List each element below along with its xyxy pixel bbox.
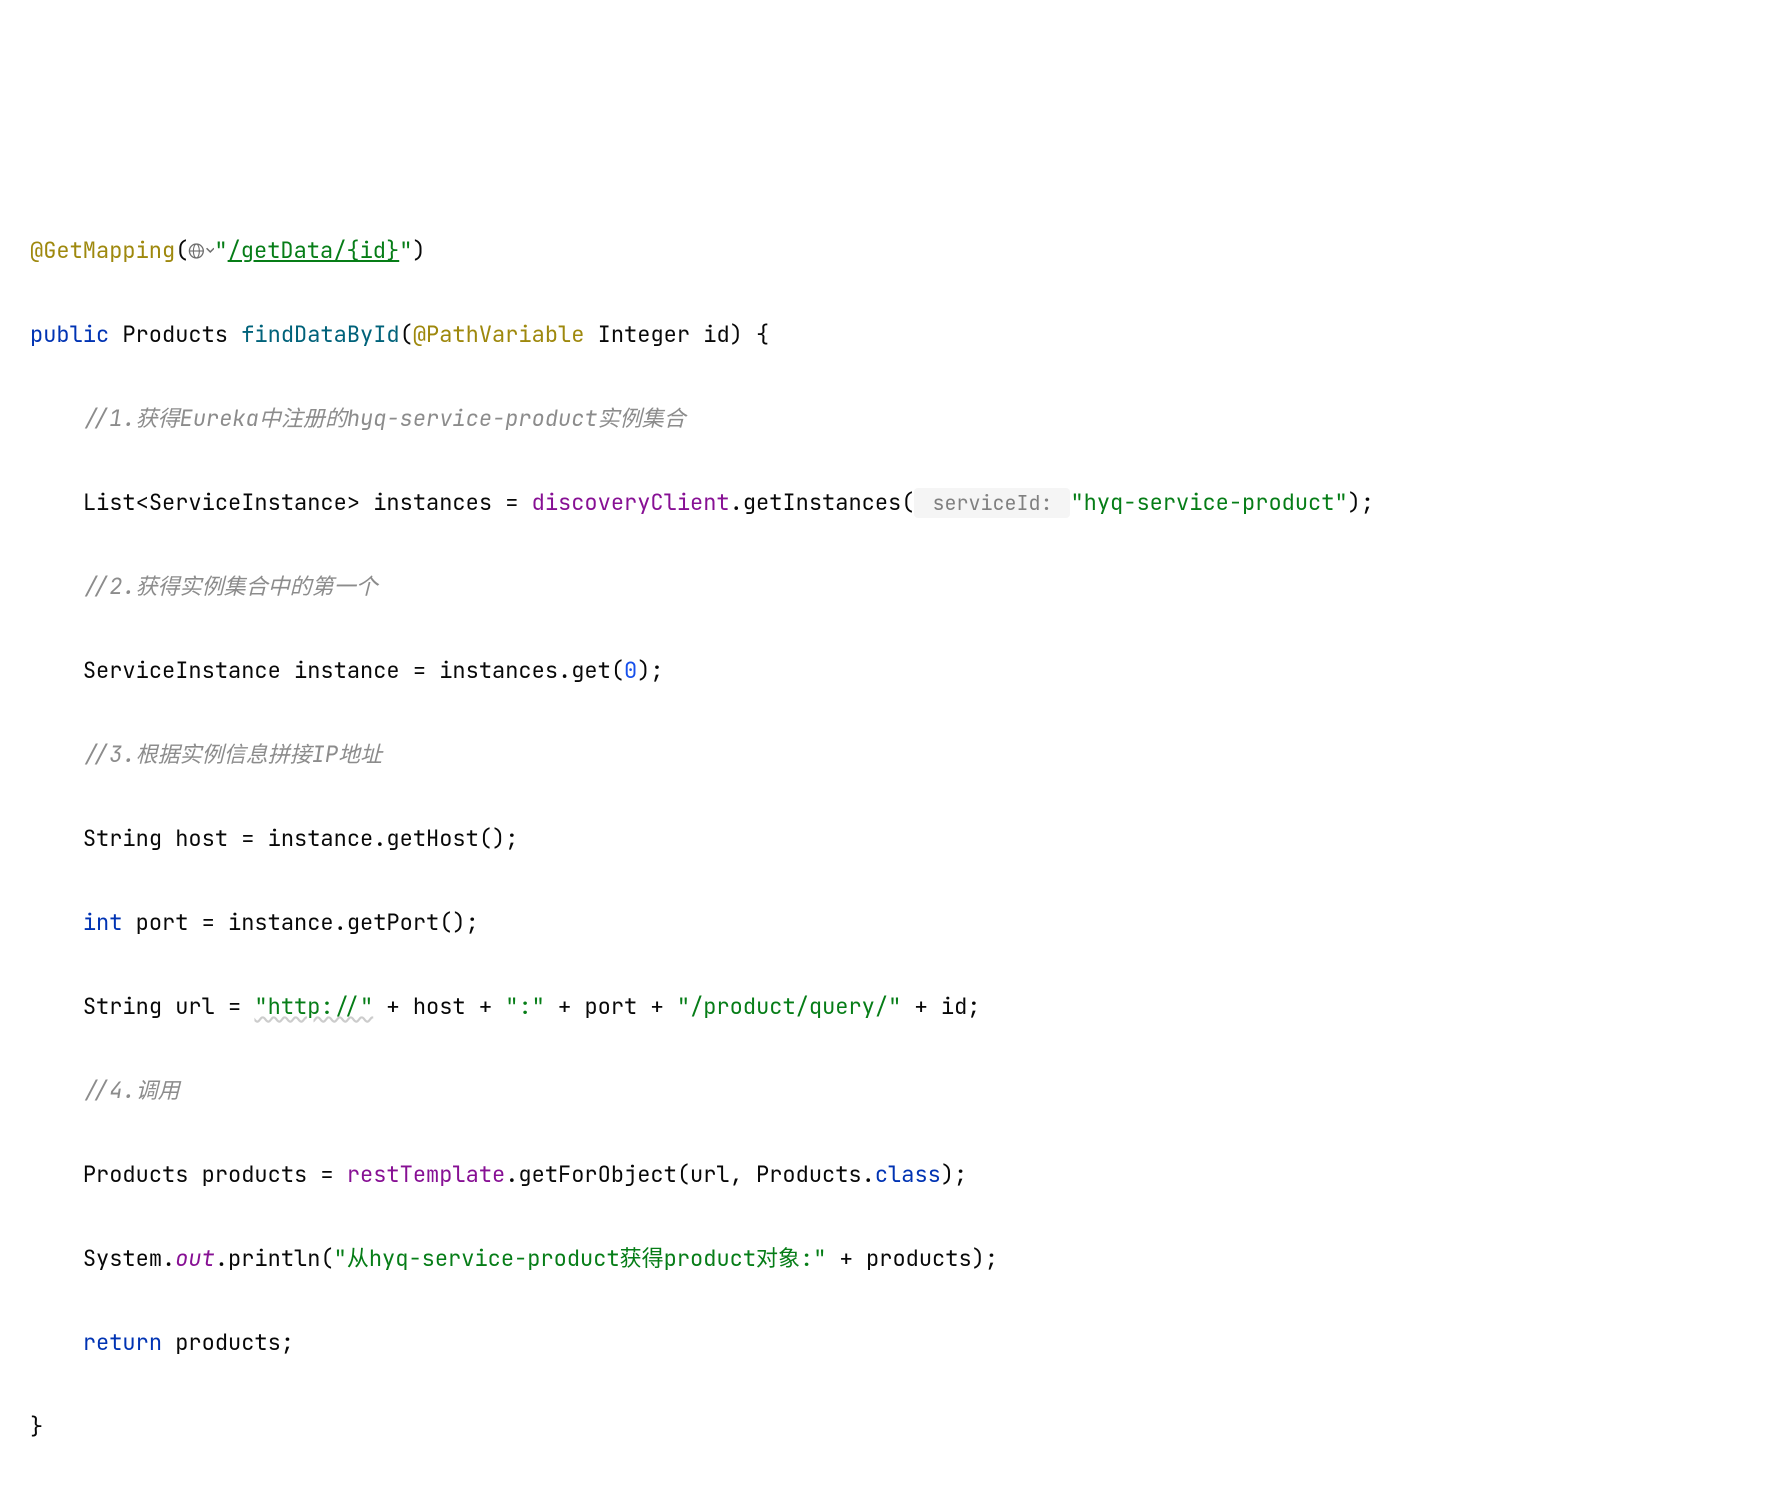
code-line-4: List<ServiceInstance> instances = discov…: [30, 482, 1748, 524]
code-line-11: //4.调用: [30, 1070, 1748, 1112]
code-line-7: //3.根据实例信息拼接IP地址: [30, 734, 1748, 776]
comment: //2.获得实例集合中的第一个: [83, 572, 378, 601]
code-line-5: //2.获得实例集合中的第一个: [30, 566, 1748, 608]
string-quote: ": [399, 236, 412, 265]
string-literal: ":": [505, 992, 545, 1021]
code-text: + id;: [901, 992, 980, 1021]
code-text: String host = instance.getHost();: [83, 824, 519, 853]
string-literal: "/product/query/": [677, 992, 901, 1021]
code-text: String url =: [83, 992, 255, 1021]
code-line-14: return products;: [30, 1322, 1748, 1364]
inlay-param-hint: serviceId:: [914, 488, 1070, 518]
paren: (: [400, 320, 413, 349]
code-line-15: }: [30, 1406, 1748, 1448]
code-text: port = instance.getPort();: [122, 908, 478, 937]
code-line-13: System.out.println("从hyq-service-product…: [30, 1238, 1748, 1280]
param-name: id: [703, 320, 729, 349]
string-literal: "从hyq-service-product获得product对象:": [334, 1244, 827, 1273]
code-line-3: //1.获得Eureka中注册的hyq-service-product实例集合: [30, 398, 1748, 440]
paren: ): [412, 236, 425, 265]
code-text: .getForObject(url, Products.: [505, 1160, 875, 1189]
keyword: public: [30, 320, 109, 349]
code-line-12: Products products = restTemplate.getForO…: [30, 1154, 1748, 1196]
code-text: );: [637, 656, 663, 685]
keyword: class: [875, 1160, 941, 1189]
type: Products: [122, 320, 228, 349]
brace: }: [30, 1412, 43, 1441]
code-text: .getInstances(: [730, 488, 915, 517]
code-text: + products);: [826, 1244, 998, 1273]
static-field-ref: out: [175, 1244, 215, 1273]
code-text: );: [1348, 488, 1374, 517]
field-ref: discoveryClient: [532, 488, 730, 517]
code-text: List<ServiceInstance> instances =: [83, 488, 532, 517]
code-line-2: public Products findDataById(@PathVariab…: [30, 314, 1748, 356]
string-literal: "hyq-service-product": [1070, 488, 1347, 517]
code-text: Products products =: [83, 1160, 347, 1189]
comment: //1.获得Eureka中注册的hyq-service-product实例集合: [83, 404, 686, 433]
method-name: findDataById: [241, 320, 399, 349]
paren: (: [175, 236, 188, 265]
code-line-6: ServiceInstance instance = instances.get…: [30, 650, 1748, 692]
code-text: products;: [162, 1328, 294, 1357]
keyword: int: [83, 908, 123, 937]
comment: //3.根据实例信息拼接IP地址: [83, 740, 382, 769]
comment: //4.调用: [83, 1076, 180, 1105]
code-text: + port +: [545, 992, 677, 1021]
keyword: return: [83, 1328, 162, 1357]
code-text: .println(: [215, 1244, 334, 1273]
number-literal: 0: [624, 656, 637, 685]
string-literal: "http://": [254, 992, 373, 1021]
annotation: @GetMapping: [30, 236, 175, 265]
code-text: System.: [83, 1244, 175, 1273]
code-line-10: String url = "http://" + host + ":" + po…: [30, 986, 1748, 1028]
code-line-9: int port = instance.getPort();: [30, 902, 1748, 944]
code-text: );: [941, 1160, 967, 1189]
brace: ) {: [730, 320, 770, 349]
type: Integer: [598, 320, 690, 349]
code-text: ServiceInstance instance = instances.get…: [83, 656, 624, 685]
code-line-1: @GetMapping( "/getData/{id}"): [30, 230, 1748, 272]
code-editor[interactable]: @GetMapping("/getData/{id}") public Prod…: [30, 188, 1748, 1490]
code-text: + host +: [373, 992, 505, 1021]
field-ref: restTemplate: [347, 1160, 505, 1189]
globe-gutter-icon[interactable]: [188, 241, 214, 261]
code-line-8: String host = instance.getHost();: [30, 818, 1748, 860]
string-quote: ": [214, 236, 227, 265]
annotation: @PathVariable: [413, 320, 585, 349]
url-mapping-string[interactable]: /getData/{id}: [228, 236, 400, 265]
